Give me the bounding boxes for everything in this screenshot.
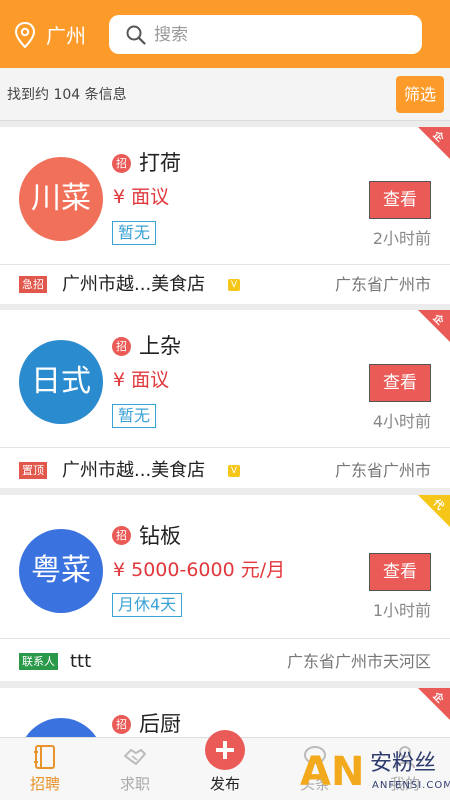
recruit-icon <box>34 745 55 769</box>
recruit-badge: 招 <box>112 154 131 173</box>
company-name[interactable]: ttt <box>70 650 91 674</box>
job-title[interactable]: 上杂 <box>139 332 181 360</box>
job-region: 广东省广州市 <box>334 275 431 294</box>
job-tag: 暂无 <box>112 404 157 428</box>
top-header: 广州 搜索 <box>0 0 450 68</box>
recruit-badge: 招 <box>112 337 131 356</box>
job-tag: 月休4天 <box>112 593 183 617</box>
company-name[interactable]: 广州市越...美食店 <box>62 273 205 297</box>
handshake-icon <box>124 749 146 765</box>
category-avatar: 日式 <box>19 340 103 424</box>
tab-label: 招聘 <box>29 775 60 793</box>
job-salary: ¥ 面议 <box>113 186 170 208</box>
watermark-logo: AN <box>300 749 365 795</box>
post-time: 1小时前 <box>372 601 431 620</box>
card-divider <box>0 638 450 639</box>
tab-recruit[interactable]: 招聘 <box>0 738 90 800</box>
search-box[interactable]: 搜索 <box>109 15 422 54</box>
verified-icon: V <box>228 465 240 477</box>
location-pin-icon[interactable] <box>14 22 36 48</box>
filter-button[interactable]: 筛选 <box>396 76 444 113</box>
job-tag: 暂无 <box>112 221 157 245</box>
job-title[interactable]: 后厨 <box>139 710 181 738</box>
search-placeholder: 搜索 <box>154 25 188 45</box>
view-button[interactable]: 查看 <box>369 553 431 591</box>
recruit-badge: 招 <box>112 715 131 734</box>
job-card[interactable]: 代 粤菜 招 钻板 ¥ 5000-6000 元/月 月休4天 查看 1小时前 联… <box>0 495 450 681</box>
city-selector[interactable]: 广州 <box>46 22 86 50</box>
card-divider <box>0 264 450 265</box>
job-salary: ¥ 面议 <box>113 369 170 391</box>
recruit-badge: 招 <box>112 526 131 545</box>
card-divider <box>0 447 450 448</box>
category-avatar: 粤菜 <box>19 529 103 613</box>
post-time: 2小时前 <box>372 229 431 248</box>
status-mark: 置顶 <box>19 462 47 479</box>
tab-label: 求职 <box>119 775 150 793</box>
result-info-bar: 找到约 104 条信息 <box>0 68 450 121</box>
tab-job-seek[interactable]: 求职 <box>90 738 180 800</box>
watermark-cn: 安粉丝 <box>370 751 437 776</box>
verified-icon: V <box>228 279 240 291</box>
plus-icon <box>205 730 245 770</box>
job-title[interactable]: 钻板 <box>139 522 181 550</box>
watermark-en: ANFENSI.COM <box>372 780 450 791</box>
job-title[interactable]: 打荷 <box>139 149 181 177</box>
job-card[interactable]: 企 川菜 招 打荷 ¥ 面议 暂无 查看 2小时前 急招 广州市越...美食店 … <box>0 127 450 304</box>
search-icon <box>126 25 146 45</box>
status-mark: 急招 <box>19 276 47 293</box>
site-watermark: AN 安粉丝 ANFENSI.COM <box>300 748 450 800</box>
category-avatar: 川菜 <box>19 157 103 241</box>
job-card[interactable]: 企 日式 招 上杂 ¥ 面议 暂无 查看 4小时前 置顶 广州市越...美食店 … <box>0 310 450 488</box>
tab-publish[interactable]: 发布 <box>180 730 270 800</box>
post-time: 4小时前 <box>372 412 431 431</box>
company-name[interactable]: 广州市越...美食店 <box>62 459 205 483</box>
job-salary: ¥ 5000-6000 元/月 <box>113 559 286 581</box>
view-button[interactable]: 查看 <box>369 181 431 219</box>
result-count: 找到约 104 条信息 <box>7 87 127 103</box>
job-region: 广东省广州市 <box>334 461 431 480</box>
view-button[interactable]: 查看 <box>369 364 431 402</box>
status-mark: 联系人 <box>19 653 58 670</box>
job-region: 广东省广州市天河区 <box>286 652 431 671</box>
tab-label: 发布 <box>209 775 240 793</box>
